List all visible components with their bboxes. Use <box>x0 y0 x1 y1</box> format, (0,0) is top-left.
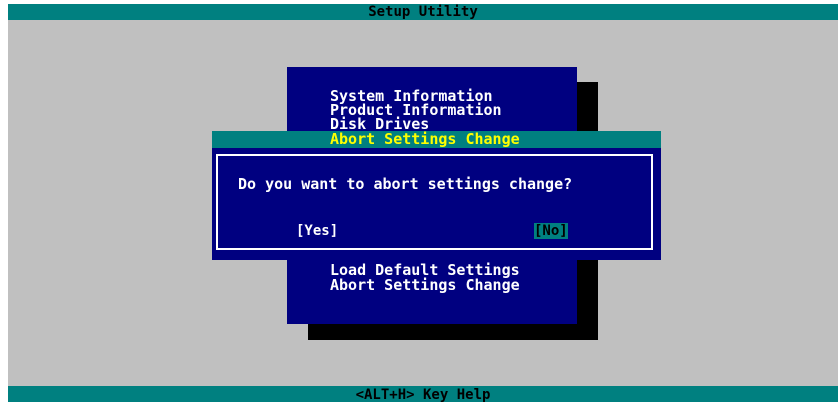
no-button[interactable]: [No] <box>534 223 568 239</box>
title-bar: Setup Utility <box>8 4 838 20</box>
yes-button[interactable]: [Yes] <box>296 223 338 239</box>
setup-screen: Setup Utility System Information Product… <box>8 4 838 402</box>
dialog-question: Do you want to abort settings change? <box>238 175 573 193</box>
menu-item-selected-label: Abort Settings Change <box>330 130 520 148</box>
status-bar: <ALT+H> Key Help <box>8 386 838 402</box>
dialog-frame: Do you want to abort settings change? [Y… <box>216 154 653 250</box>
selected-menu-bar[interactable]: Abort Settings Change <box>212 131 661 148</box>
key-help-hint: <ALT+H> Key Help <box>355 387 491 402</box>
window-title: Setup Utility <box>368 4 478 20</box>
confirm-dialog: Do you want to abort settings change? [Y… <box>212 148 661 260</box>
menu-item-abort-settings-change[interactable]: Abort Settings Change <box>330 277 520 293</box>
